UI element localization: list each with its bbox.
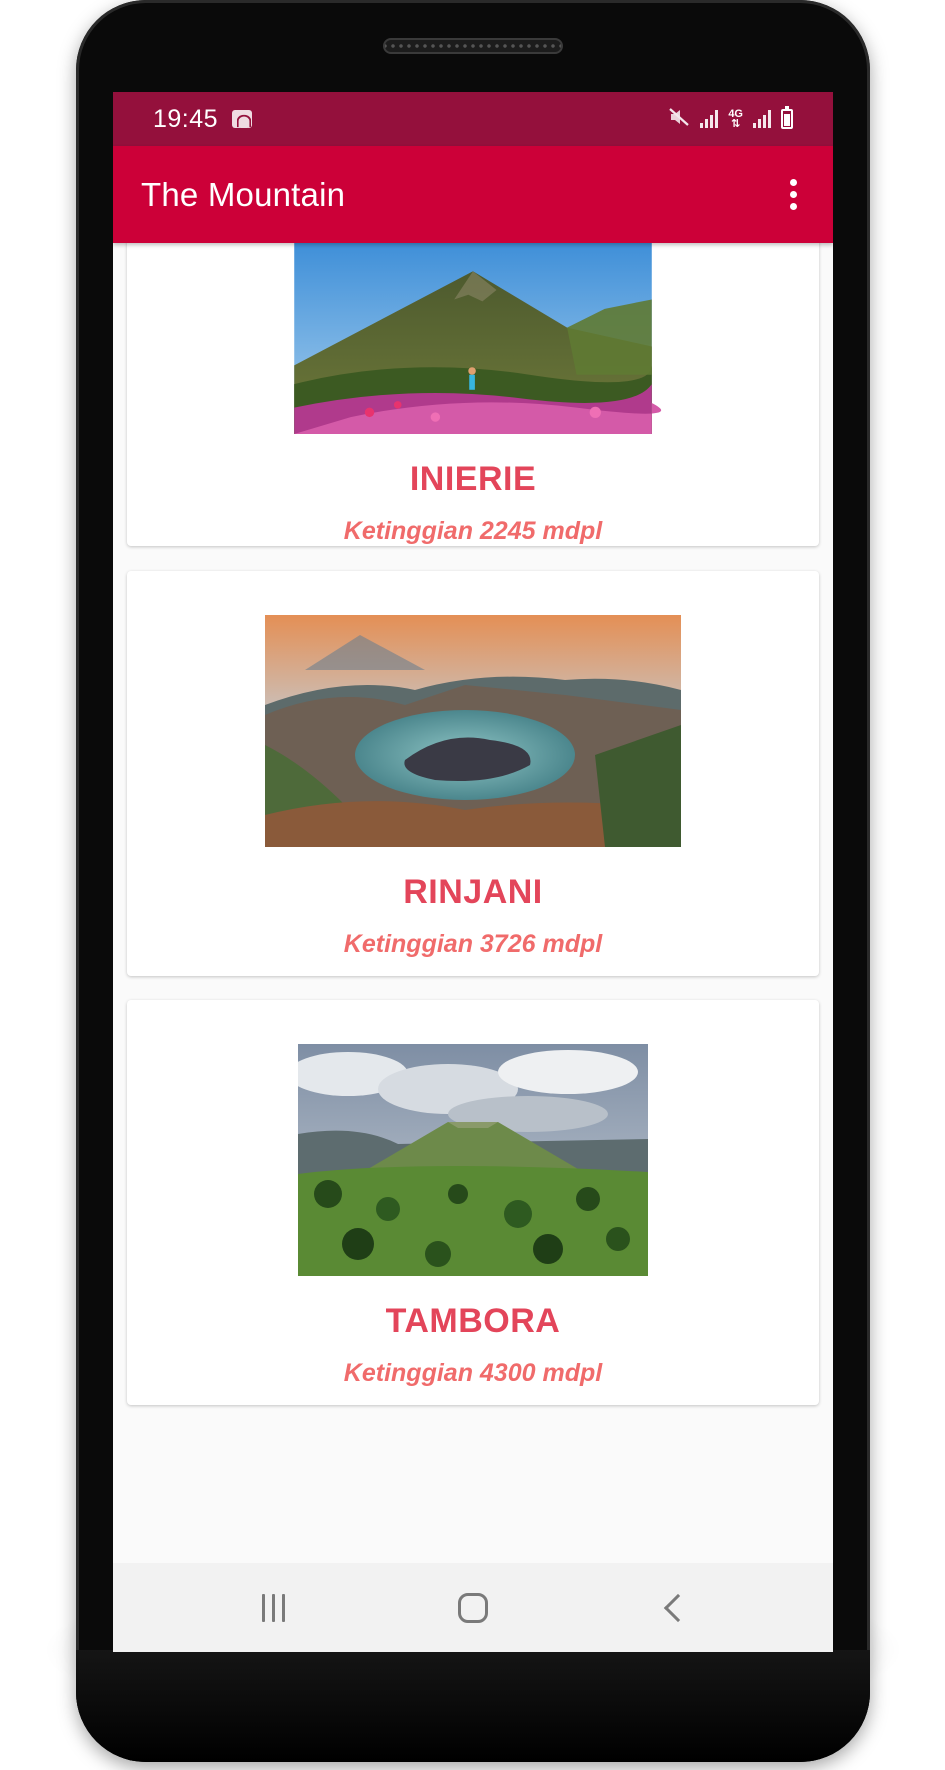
4g-icon: 4G ⇅: [728, 108, 743, 130]
more-vert-icon[interactable]: [781, 175, 805, 215]
mountain-height: Ketinggian 2245 mdpl: [343, 517, 603, 545]
status-time: 19:45: [153, 104, 219, 133]
app-title: The Mountain: [141, 175, 346, 213]
earpiece-speaker: [383, 38, 563, 54]
signal-icon: [700, 110, 719, 128]
navigation-bar: [113, 1563, 833, 1652]
mountain-image: [294, 243, 662, 434]
mountain-list[interactable]: INIERIE Ketinggian 2245 mdpl RINJANI Ket…: [113, 243, 833, 1563]
battery-charging-icon: [781, 106, 793, 129]
mountain-image: [298, 1044, 648, 1276]
mountain-image: [265, 615, 681, 847]
status-icons: 4G ⇅: [668, 106, 793, 132]
back-button[interactable]: [643, 1578, 703, 1638]
mute-icon: [668, 107, 690, 132]
home-button[interactable]: [443, 1578, 503, 1638]
wifi-hotspot-icon: [232, 110, 253, 128]
app-bar: The Mountain: [113, 146, 833, 243]
screen: 19:45 4G ⇅ The Mountain INIERIE Ketinggi…: [113, 92, 833, 1652]
mountain-height: Ketinggian 4300 mdpl: [343, 1359, 603, 1387]
home-icon: [458, 1592, 488, 1623]
mountain-name: RINJANI: [403, 873, 543, 911]
mountain-name: TAMBORA: [385, 1302, 561, 1340]
recent-apps-icon: [261, 1593, 285, 1622]
mountain-height: Ketinggian 3726 mdpl: [343, 930, 603, 958]
mountain-name: INIERIE: [409, 460, 537, 498]
phone-chin: [76, 1650, 870, 1762]
back-icon: [663, 1593, 693, 1622]
mountain-card[interactable]: RINJANI Ketinggian 3726 mdpl: [127, 571, 819, 976]
recent-apps-button[interactable]: [243, 1578, 303, 1638]
signal-icon: [753, 110, 771, 128]
mountain-card[interactable]: INIERIE Ketinggian 2245 mdpl: [127, 243, 819, 546]
status-bar: 19:45 4G ⇅: [113, 92, 833, 146]
mountain-card[interactable]: TAMBORA Ketinggian 4300 mdpl: [127, 1000, 819, 1405]
